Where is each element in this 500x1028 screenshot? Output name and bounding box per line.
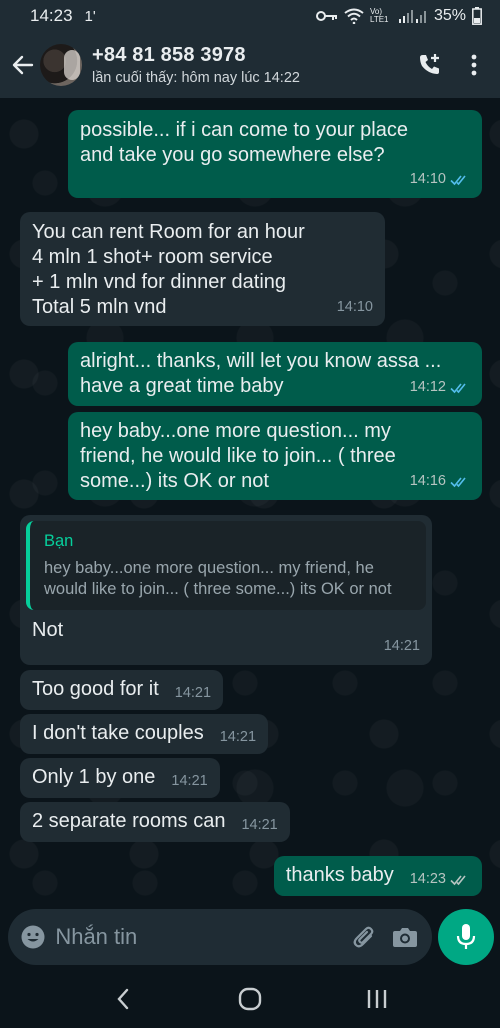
more-options-button[interactable] — [452, 43, 496, 87]
message-bubble-incoming[interactable]: 2 separate rooms can 14:21 — [20, 802, 290, 842]
phone-plus-icon — [420, 54, 439, 74]
message-bubble-outgoing[interactable]: alright... thanks, will let you know ass… — [68, 342, 482, 406]
system-nav-bar — [0, 969, 500, 1028]
message-time: 14:12 — [409, 379, 446, 395]
message-text: I don't take couples — [32, 722, 204, 744]
message-time: 14:21 — [383, 638, 420, 654]
emoji-button[interactable] — [12, 914, 53, 960]
message-bubble-incoming[interactable]: Only 1 by one 14:21 — [20, 758, 220, 798]
back-button[interactable] — [6, 45, 40, 85]
message-time: 14:21 — [174, 685, 212, 701]
wifi-icon — [344, 8, 364, 24]
camera-icon — [393, 928, 418, 947]
add-call-button[interactable] — [408, 43, 452, 87]
message-input[interactable] — [53, 917, 344, 957]
message-time: 14:23 — [409, 871, 446, 887]
message-time: 14:10 — [336, 299, 373, 315]
message-meta: 14:21 — [220, 725, 256, 750]
battery-icon — [472, 7, 482, 25]
message-time: 14:16 — [409, 473, 446, 489]
double-check-icon — [450, 174, 466, 185]
emoji-icon — [21, 925, 45, 949]
network-label: Vo) LTE1 — [369, 7, 389, 24]
status-indicator: 1' — [84, 7, 96, 25]
message-meta: 14:16 — [410, 469, 470, 494]
message-meta: 14:21 — [171, 769, 207, 794]
contact-info[interactable]: +84 81 858 3978 lần cuối thấy: hôm nay l… — [92, 44, 408, 86]
double-check-icon — [450, 874, 466, 885]
home-circle-icon — [238, 987, 262, 1010]
message-text: Only 1 by one — [32, 766, 156, 788]
composer — [0, 903, 500, 969]
paperclip-icon — [353, 926, 374, 948]
message-bubble-incoming[interactable]: I don't take couples 14:21 — [20, 714, 269, 754]
recents-icon — [367, 989, 386, 1008]
message-meta: 14:23 — [410, 867, 470, 892]
chevron-left-icon — [117, 988, 129, 1009]
arrow-left-icon — [12, 55, 34, 75]
more-vertical-icon — [471, 54, 477, 76]
message-time: 14:21 — [171, 773, 208, 789]
message-bubble-outgoing[interactable]: hey baby...one more question... my frien… — [68, 412, 482, 500]
message-bubble-incoming[interactable]: Too good for it 14:21 — [20, 670, 224, 710]
nav-back-button[interactable] — [93, 974, 153, 1024]
message-meta: 14:21 — [384, 634, 420, 659]
last-seen: lần cuối thấy: hôm nay lúc 14:22 — [92, 70, 300, 86]
message-meta: 14:21 — [241, 813, 277, 838]
message-time: 14:21 — [219, 729, 257, 745]
battery-level: 35% — [433, 7, 466, 24]
attach-button[interactable] — [343, 914, 384, 960]
quote-text: hey baby...one more question... my frien… — [44, 559, 392, 598]
chat-header: +84 81 858 3978 lần cuối thấy: hôm nay l… — [0, 32, 500, 98]
double-check-icon — [450, 382, 466, 393]
avatar[interactable] — [40, 44, 82, 86]
nav-recents-button[interactable] — [347, 974, 407, 1024]
message-meta: 14:10 — [337, 295, 373, 320]
message-bubble-incoming[interactable]: You can rent Room for an hour 4 mln 1 sh… — [20, 212, 385, 326]
message-time: 14:10 — [409, 171, 446, 187]
message-text: Not — [32, 619, 64, 641]
mic-icon — [456, 924, 476, 949]
quote-author: Bạn — [44, 532, 74, 550]
message-text: 2 separate rooms can — [32, 810, 226, 832]
message-time: 14:21 — [241, 817, 278, 833]
status-time: 14:23 — [30, 6, 73, 25]
message-text: thanks baby — [285, 864, 394, 886]
camera-button[interactable] — [385, 914, 426, 960]
message-meta: 14:12 — [410, 375, 470, 400]
message-text: possible... if i can come to your place … — [80, 119, 408, 166]
message-text: You can rent Room for an hour 4 mln 1 sh… — [32, 221, 305, 318]
message-text: Too good for it — [32, 678, 159, 700]
double-check-icon — [450, 476, 466, 487]
quoted-message[interactable]: Bạn hey baby...one more question... my f… — [26, 521, 426, 610]
message-bubble-reply[interactable]: Bạn hey baby...one more question... my f… — [20, 515, 432, 665]
message-input-container — [8, 909, 432, 965]
message-bubble-outgoing[interactable]: thanks baby 14:23 — [273, 856, 482, 896]
message-meta: 14:10 — [410, 167, 470, 192]
key-icon — [315, 9, 338, 23]
chat-area[interactable]: possible... if i can come to your place … — [0, 98, 500, 903]
status-right: Vo) LTE1 35% — [315, 7, 482, 25]
voice-message-button[interactable] — [438, 909, 494, 965]
message-meta: 14:21 — [175, 681, 211, 706]
message-bubble-outgoing[interactable]: possible... if i can come to your place … — [68, 110, 482, 198]
signal-icon — [398, 8, 428, 24]
nav-home-button[interactable] — [220, 974, 280, 1024]
contact-name: +84 81 858 3978 — [92, 44, 246, 66]
status-bar: 14:23 1' Vo) LTE1 35% — [0, 0, 500, 32]
